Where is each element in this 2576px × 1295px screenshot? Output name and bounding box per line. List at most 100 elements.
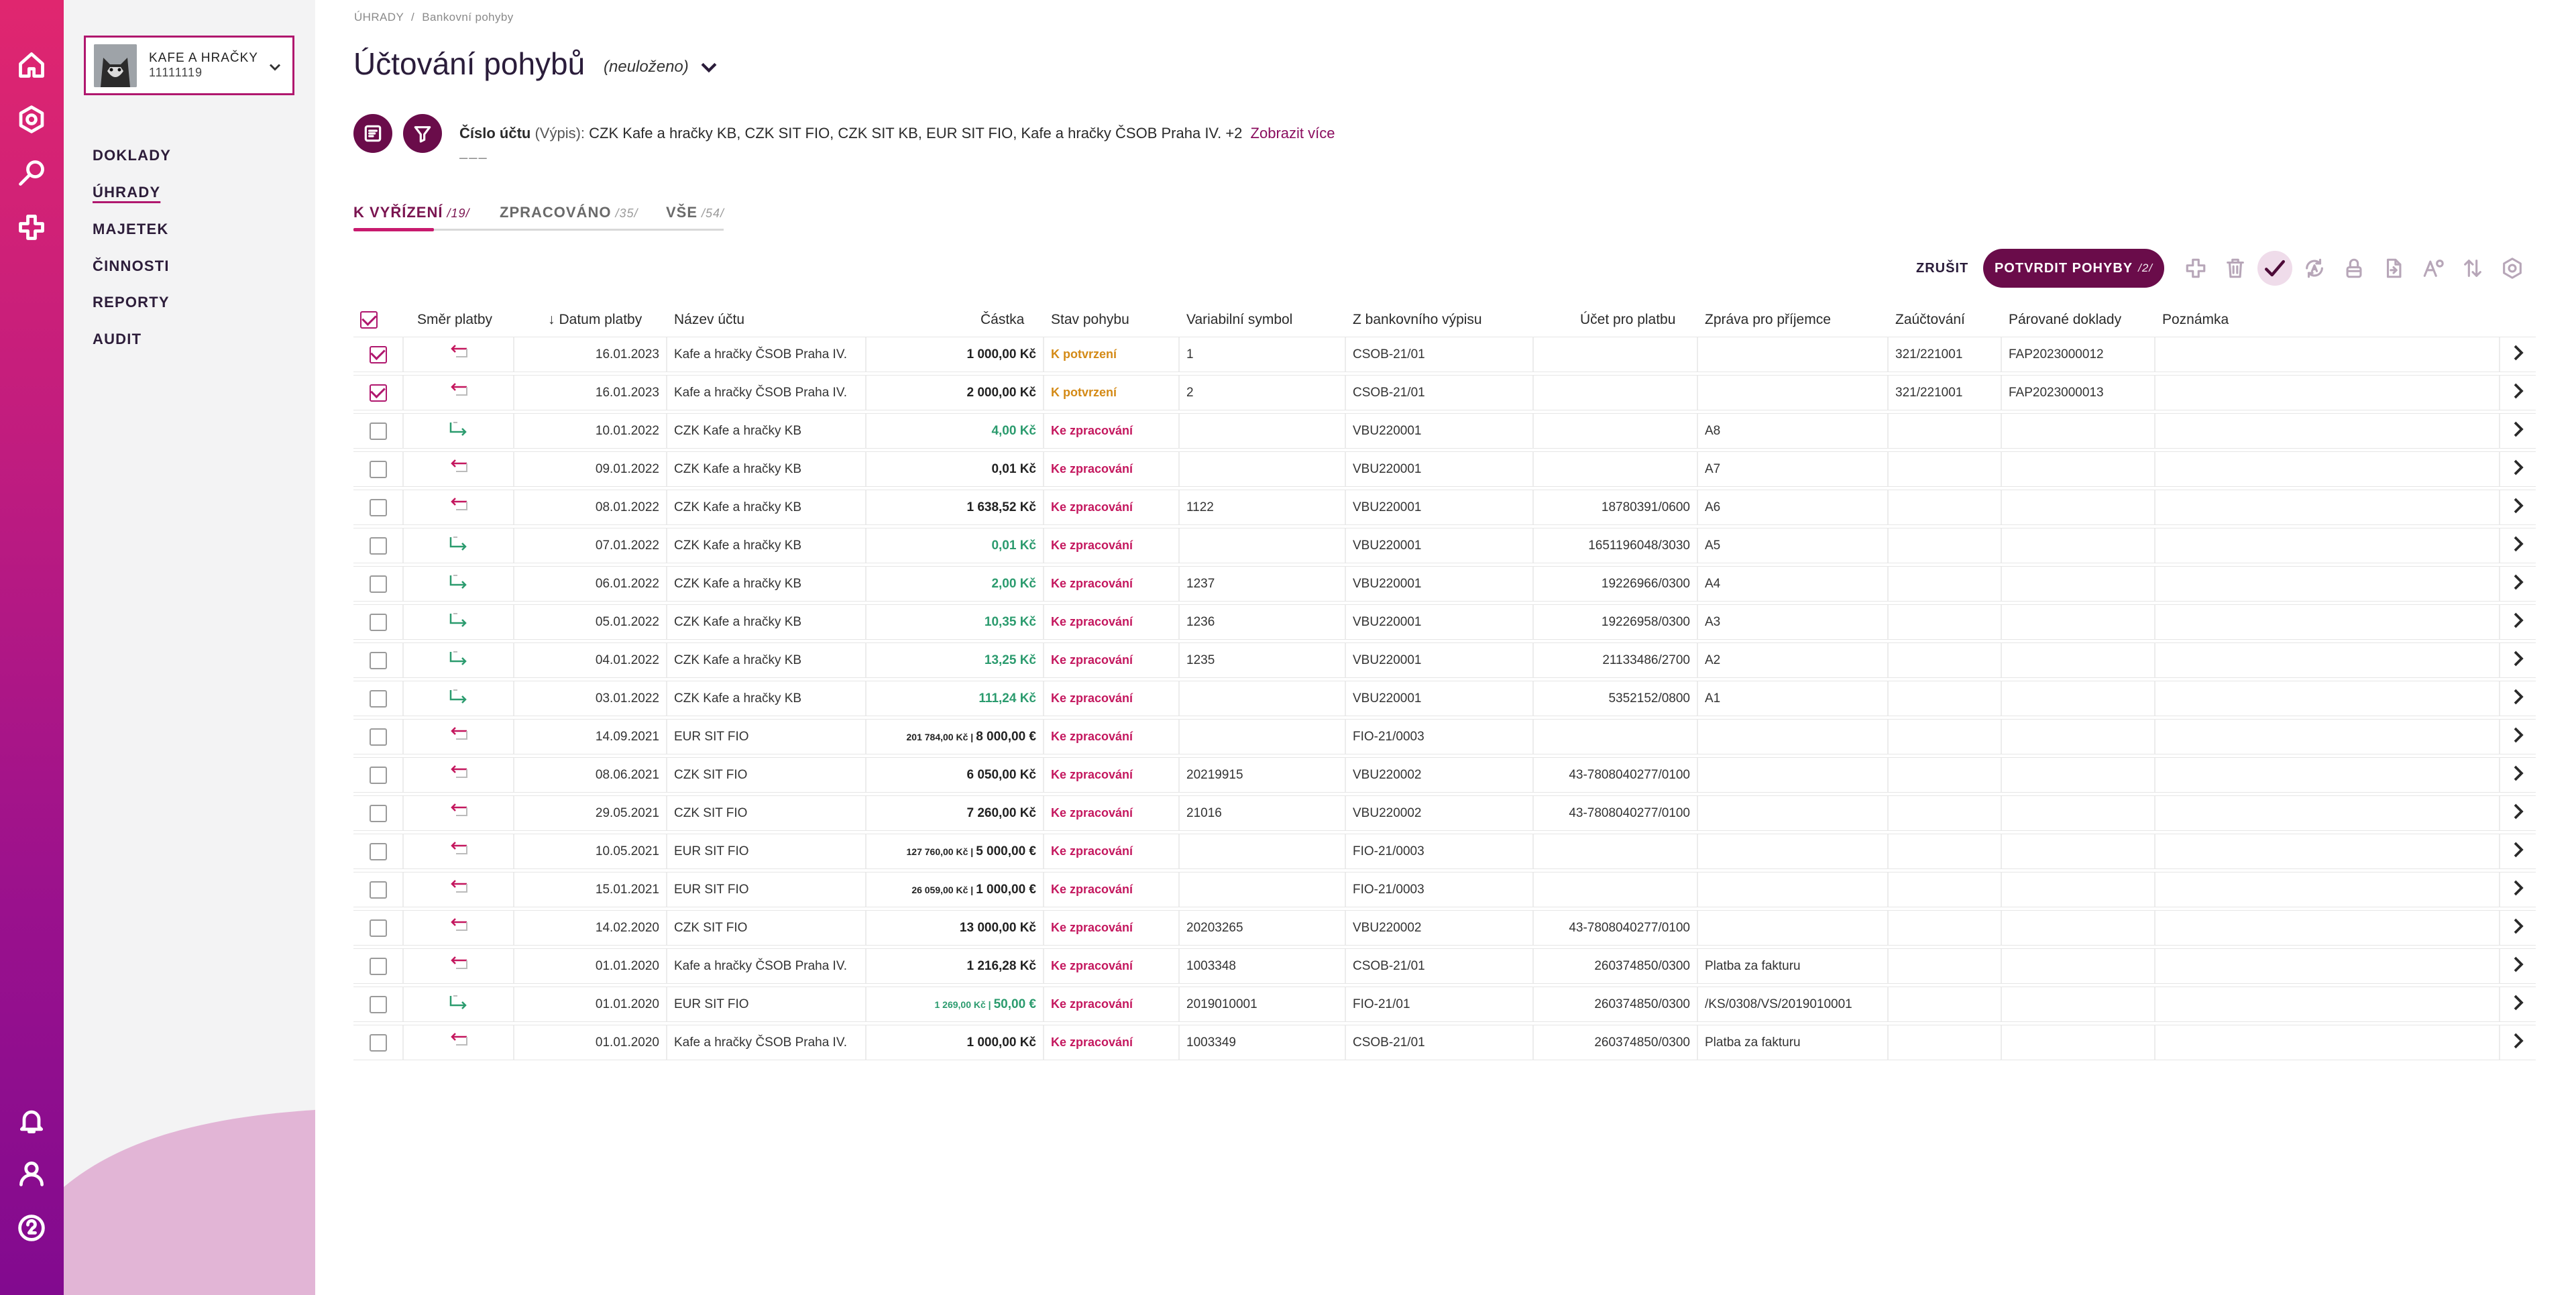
col-statement[interactable]: Z bankovního výpisu	[1353, 303, 1482, 337]
tab-k-vyrizeni[interactable]: K VYŘÍZENÍ/19/	[353, 204, 470, 221]
home-icon[interactable]	[15, 48, 48, 82]
row-checkbox[interactable]	[369, 1033, 387, 1052]
table-row[interactable]: 03.01.2022 CZK Kafe a hračky KB 111,24 Kč K…	[353, 681, 2536, 716]
search-icon[interactable]	[15, 156, 48, 190]
chevron-right-icon[interactable]	[2511, 496, 2526, 520]
select-all-checkbox[interactable]	[360, 303, 378, 337]
help-icon[interactable]	[15, 1211, 48, 1245]
cancel-button[interactable]: ZRUŠIT	[1901, 249, 1983, 287]
col-posting[interactable]: Zaúčtování	[1895, 303, 1965, 337]
user-icon[interactable]	[15, 1157, 48, 1190]
table-row[interactable]: 16.01.2023 Kafe a hračky ČSOB Praha IV. 2 …	[353, 375, 2536, 410]
row-checkbox[interactable]	[369, 766, 387, 784]
row-checkbox[interactable]	[369, 881, 387, 899]
chevron-right-icon[interactable]	[2511, 649, 2526, 673]
check-icon[interactable]	[2257, 251, 2292, 286]
col-state[interactable]: Stav pohybu	[1051, 303, 1129, 337]
chevron-right-icon[interactable]	[2511, 993, 2526, 1017]
chevron-right-icon[interactable]	[2511, 457, 2526, 482]
table-row[interactable]: 01.01.2020 Kafe a hračky ČSOB Praha IV. 1 …	[353, 1025, 2536, 1060]
table-row[interactable]: 10.05.2021 EUR SIT FIO 127 760,00 Kč | 5 00…	[353, 834, 2536, 869]
filter-button[interactable]	[403, 114, 442, 153]
chevron-right-icon[interactable]	[2511, 1031, 2526, 1055]
nav-item-majetek[interactable]: MAJETEK	[93, 221, 169, 238]
col-direction[interactable]: Směr platby	[417, 303, 492, 337]
chevron-right-icon[interactable]	[2511, 572, 2526, 596]
company-selector[interactable]: KAFE A HRAČKY 11111119	[84, 36, 294, 95]
nav-item-reporty[interactable]: REPORTY	[93, 294, 170, 311]
row-checkbox[interactable]	[369, 957, 387, 975]
chevron-right-icon[interactable]	[2511, 878, 2526, 902]
chevron-right-icon[interactable]	[2511, 916, 2526, 940]
trash-icon[interactable]	[2218, 251, 2253, 286]
row-checkbox[interactable]	[369, 537, 387, 555]
tab-zpracovano[interactable]: ZPRACOVÁNO/35/	[500, 204, 638, 221]
row-checkbox[interactable]	[369, 995, 387, 1013]
chevron-down-icon[interactable]	[697, 56, 720, 82]
export-icon[interactable]	[2376, 251, 2411, 286]
col-account[interactable]: Název účtu	[674, 303, 744, 337]
row-checkbox[interactable]	[369, 689, 387, 708]
chevron-right-icon[interactable]	[2511, 954, 2526, 978]
add-icon[interactable]	[15, 211, 48, 244]
chevron-right-icon[interactable]	[2511, 419, 2526, 443]
lock-icon[interactable]	[2337, 251, 2371, 286]
nav-item-doklady[interactable]: DOKLADY	[93, 147, 171, 164]
table-row[interactable]: 01.01.2020 EUR SIT FIO 1 269,00 Kč | 50,00 …	[353, 987, 2536, 1022]
settings-icon[interactable]	[2495, 251, 2530, 286]
table-row[interactable]: 05.01.2022 CZK Kafe a hračky KB 10,35 Kč Ke…	[353, 604, 2536, 640]
row-checkbox[interactable]	[369, 384, 387, 402]
chevron-right-icon[interactable]	[2511, 610, 2526, 634]
sort-icon[interactable]	[2455, 251, 2490, 286]
table-row[interactable]: 08.06.2021 CZK SIT FIO 6 050,00 Kč Ke zprac…	[353, 757, 2536, 793]
row-checkbox[interactable]	[369, 422, 387, 440]
chevron-right-icon[interactable]	[2511, 840, 2526, 864]
filter-preset-button[interactable]	[353, 114, 392, 153]
table-row[interactable]: 15.01.2021 EUR SIT FIO 26 059,00 Kč | 1 000…	[353, 872, 2536, 907]
bell-icon[interactable]	[15, 1104, 48, 1137]
row-checkbox[interactable]	[369, 842, 387, 860]
col-note[interactable]: Poznámka	[2162, 303, 2229, 337]
table-row[interactable]: 07.01.2022 CZK Kafe a hračky KB 0,01 Kč Ke …	[353, 528, 2536, 563]
nav-item-uhrady[interactable]: ÚHRADY	[93, 184, 160, 201]
nav-item-cinnosti[interactable]: ČINNOSTI	[93, 258, 170, 275]
row-checkbox[interactable]	[369, 804, 387, 822]
settings-icon[interactable]	[15, 103, 48, 136]
row-checkbox[interactable]	[369, 498, 387, 516]
nav-item-audit[interactable]: AUDIT	[93, 331, 142, 348]
row-checkbox[interactable]	[369, 613, 387, 631]
table-row[interactable]: 06.01.2022 CZK Kafe a hračky KB 2,00 Kč Ke …	[353, 566, 2536, 602]
chevron-right-icon[interactable]	[2511, 801, 2526, 826]
breadcrumb-root[interactable]: ÚHRADY	[354, 11, 404, 23]
add-icon[interactable]	[2178, 251, 2213, 286]
tab-vse[interactable]: VŠE/54/	[666, 204, 724, 221]
font-settings-icon[interactable]	[2416, 251, 2451, 286]
row-checkbox[interactable]	[369, 728, 387, 746]
chevron-right-icon[interactable]	[2511, 343, 2526, 367]
col-message[interactable]: Zpráva pro příjemce	[1705, 303, 1831, 337]
col-pay-account[interactable]: Účet pro platbu	[1580, 303, 1675, 337]
row-checkbox[interactable]	[369, 460, 387, 478]
table-row[interactable]: 01.01.2020 Kafe a hračky ČSOB Praha IV. 1 …	[353, 948, 2536, 984]
row-checkbox[interactable]	[369, 651, 387, 669]
show-more-link[interactable]: Zobrazit více	[1251, 125, 1335, 142]
auto-sync-icon[interactable]	[2297, 251, 2332, 286]
row-checkbox[interactable]	[369, 345, 387, 363]
col-date[interactable]: ↓ Datum platby	[548, 303, 642, 337]
table-row[interactable]: 08.01.2022 CZK Kafe a hračky KB 1 638,52 K…	[353, 490, 2536, 525]
confirm-movements-button[interactable]: POTVRDIT POHYBY/2/	[1983, 249, 2164, 288]
table-row[interactable]: 16.01.2023 Kafe a hračky ČSOB Praha IV. 1 …	[353, 337, 2536, 372]
table-row[interactable]: 14.02.2020 CZK SIT FIO 13 000,00 Kč Ke zpra…	[353, 910, 2536, 946]
col-amount[interactable]: Částka	[981, 303, 1024, 337]
chevron-right-icon[interactable]	[2511, 687, 2526, 711]
table-row[interactable]: 14.09.2021 EUR SIT FIO 201 784,00 Kč | 8 00…	[353, 719, 2536, 754]
col-docs[interactable]: Párované doklady	[2009, 303, 2121, 337]
table-row[interactable]: 10.01.2022 CZK Kafe a hračky KB 4,00 Kč Ke …	[353, 413, 2536, 449]
chevron-right-icon[interactable]	[2511, 381, 2526, 405]
chevron-right-icon[interactable]	[2511, 763, 2526, 787]
chevron-right-icon[interactable]	[2511, 534, 2526, 558]
chevron-down-icon[interactable]	[266, 58, 284, 80]
col-vs[interactable]: Variabilní symbol	[1186, 303, 1292, 337]
table-row[interactable]: 29.05.2021 CZK SIT FIO 7 260,00 Kč Ke zprac…	[353, 795, 2536, 831]
row-checkbox[interactable]	[369, 919, 387, 937]
